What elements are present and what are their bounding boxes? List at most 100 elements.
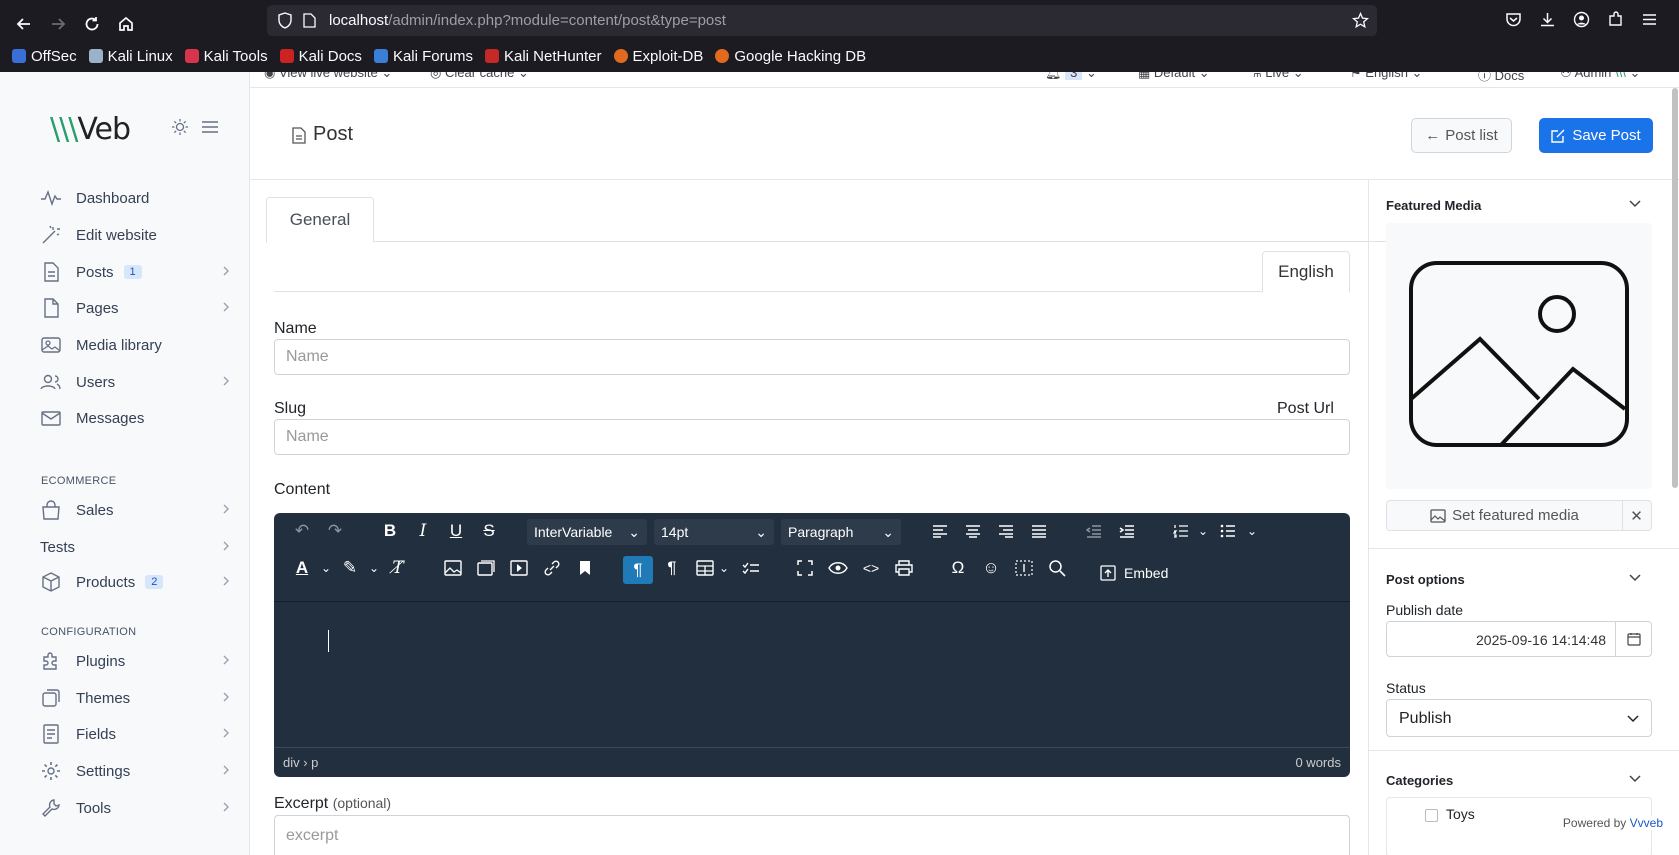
sun-icon[interactable]	[171, 118, 189, 136]
italic-icon[interactable]: I	[411, 519, 435, 543]
tab-english[interactable]: English	[1262, 251, 1350, 293]
pocket-icon[interactable]	[1505, 11, 1522, 28]
align-right-icon[interactable]	[994, 519, 1018, 543]
source-code-icon[interactable]: <>	[859, 556, 883, 580]
chevron-down-icon[interactable]: ⌄	[314, 556, 338, 580]
excerpt-input[interactable]: excerpt	[274, 815, 1350, 855]
menu-icon[interactable]	[1641, 11, 1658, 28]
powered-by-link[interactable]: Vvveb	[1630, 816, 1663, 830]
bookmark-offsec[interactable]: OffSec	[12, 48, 77, 65]
reload-button[interactable]	[78, 10, 106, 38]
featured-media-placeholder[interactable]	[1386, 223, 1652, 489]
align-left-icon[interactable]	[928, 519, 952, 543]
page-scrollbar[interactable]	[1672, 88, 1678, 488]
chevron-down-icon[interactable]	[1629, 200, 1641, 208]
download-icon[interactable]	[1539, 11, 1556, 28]
sidebar-item-tests[interactable]: Tests	[40, 533, 230, 561]
element-path[interactable]: div › p	[283, 755, 318, 770]
sidebar-item-users[interactable]: Users	[40, 368, 230, 396]
sidebar-item-plugins[interactable]: Plugins	[40, 647, 230, 675]
checklist-icon[interactable]	[739, 556, 763, 580]
bookmark-exploit-db[interactable]: Exploit-DB	[613, 48, 703, 65]
sidebar-item-themes[interactable]: Themes	[40, 684, 230, 712]
chevron-down-icon[interactable]: ⌄	[362, 556, 386, 580]
theme-dropdown[interactable]: ▦ Default ⌄	[1138, 72, 1210, 81]
account-icon[interactable]	[1573, 11, 1590, 28]
slug-input[interactable]: Name	[274, 419, 1350, 455]
sidebar-item-media-library[interactable]: Media library	[40, 331, 230, 359]
paragraph-rtl-icon[interactable]: ¶	[660, 556, 684, 580]
fullscreen-icon[interactable]	[793, 556, 817, 580]
chevron-down-icon[interactable]: ⌄	[1240, 519, 1264, 543]
sidebar-item-fields[interactable]: Fields	[40, 720, 230, 748]
link-icon[interactable]	[540, 556, 564, 580]
bold-icon[interactable]: B	[378, 519, 402, 543]
vvveb-logo[interactable]: \\\Veb	[50, 112, 131, 147]
emoji-icon[interactable]: ☺	[979, 556, 1003, 580]
post-url-label[interactable]: Post Url	[1277, 400, 1334, 418]
forward-button[interactable]	[44, 10, 72, 38]
sidebar-item-sales[interactable]: Sales	[40, 496, 230, 524]
post-list-button[interactable]: ← Post list	[1411, 118, 1512, 153]
chevron-down-icon[interactable]: ⌄	[1191, 519, 1215, 543]
redo-icon[interactable]: ↷	[323, 519, 347, 543]
sidebar-item-dashboard[interactable]: Dashboard	[40, 184, 230, 212]
calendar-button[interactable]	[1615, 622, 1651, 656]
star-icon[interactable]	[1352, 12, 1369, 29]
sidebar-item-products[interactable]: Products 2	[40, 568, 230, 596]
hamburger-icon[interactable]	[201, 119, 219, 135]
publish-date-input[interactable]: 2025-09-16 14:14:48	[1387, 622, 1617, 656]
sidebar-item-tools[interactable]: Tools	[40, 794, 230, 822]
extensions-icon[interactable]	[1607, 11, 1624, 28]
print-icon[interactable]	[892, 556, 916, 580]
set-featured-media-button[interactable]: Set featured media	[1387, 501, 1623, 530]
insert-image-icon[interactable]	[441, 556, 465, 580]
block-format-select[interactable]: Paragraph ⌄	[781, 519, 901, 545]
sidebar-item-posts[interactable]: Posts 1	[40, 258, 230, 286]
user-menu[interactable]: ⚇ Admin \\\ ⌄	[1560, 72, 1640, 81]
editor-body[interactable]	[274, 601, 1350, 747]
word-count[interactable]: 0 words	[1295, 755, 1341, 770]
strikethrough-icon[interactable]: S	[477, 519, 501, 543]
bookmark-kali-linux[interactable]: Kali Linux	[88, 48, 173, 65]
insert-video-icon[interactable]	[507, 556, 531, 580]
home-button[interactable]	[112, 10, 140, 38]
align-center-icon[interactable]	[961, 519, 985, 543]
numbered-list-icon[interactable]	[1169, 519, 1193, 543]
language-dropdown[interactable]: ⚑ English ⌄	[1350, 72, 1422, 81]
align-justify-icon[interactable]	[1027, 519, 1051, 543]
bookmark-kali-tools[interactable]: Kali Tools	[184, 48, 268, 65]
sidebar-item-messages[interactable]: Messages	[40, 404, 230, 432]
media-library-icon[interactable]	[474, 556, 498, 580]
special-character-icon[interactable]: Ω	[946, 556, 970, 580]
status-select[interactable]: Publish	[1386, 699, 1652, 737]
bookmark-kali-docs[interactable]: Kali Docs	[279, 48, 362, 65]
font-family-select[interactable]: InterVariable ⌄	[527, 519, 647, 545]
back-button[interactable]	[10, 10, 38, 38]
underline-icon[interactable]: U	[444, 519, 468, 543]
mode-dropdown[interactable]: ⚗ Live ⌄	[1250, 72, 1304, 81]
sidebar-item-settings[interactable]: Settings	[40, 757, 230, 785]
sidebar-item-pages[interactable]: Pages	[40, 294, 230, 322]
remove-media-button[interactable]: ✕	[1622, 501, 1651, 530]
bullet-list-icon[interactable]	[1216, 519, 1240, 543]
outdent-icon[interactable]	[1082, 519, 1106, 543]
clear-formatting-icon[interactable]: T̸	[386, 556, 410, 580]
font-size-select[interactable]: 14pt ⌄	[654, 519, 774, 545]
docs-link[interactable]: ⓘ Docs	[1478, 72, 1524, 84]
nonbreaking-icon[interactable]	[1012, 556, 1036, 580]
save-post-button[interactable]: Save Post	[1539, 118, 1653, 153]
bookmark-kali-nethunter[interactable]: Kali NetHunter	[484, 48, 602, 65]
preview-eye-icon[interactable]	[826, 556, 850, 580]
embed-button[interactable]: Embed	[1100, 560, 1168, 586]
bookmark-kali-forums[interactable]: Kali Forums	[373, 48, 473, 65]
indent-icon[interactable]	[1115, 519, 1139, 543]
chevron-down-icon[interactable]	[1629, 775, 1641, 783]
view-live-website-link[interactable]: ◉ View live website ⌄	[264, 72, 392, 81]
undo-icon[interactable]: ↶	[290, 519, 314, 543]
name-input[interactable]: Name	[274, 339, 1350, 375]
highlight-icon[interactable]: ✎	[338, 556, 362, 580]
bookmark-icon[interactable]	[573, 556, 597, 580]
clear-cache-button[interactable]: ◎ Clear cache ⌄	[430, 72, 529, 81]
text-color-icon[interactable]: A	[290, 556, 314, 580]
